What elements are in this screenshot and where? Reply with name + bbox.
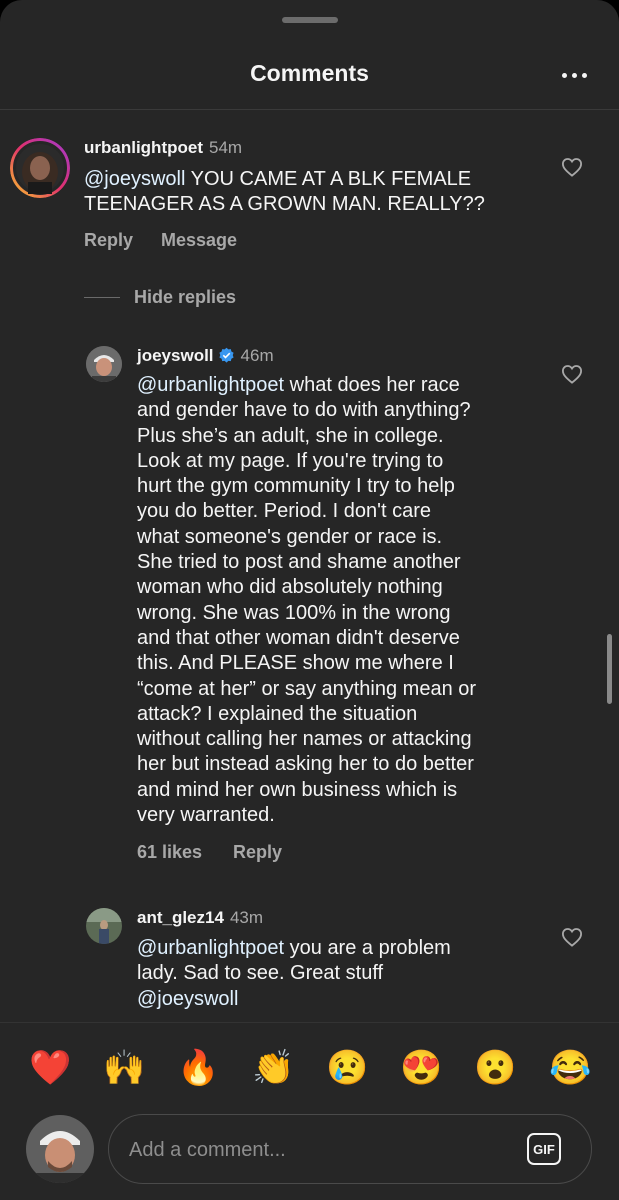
page-title: Comments <box>250 60 369 86</box>
comment-header: joeyswoll 46m <box>137 346 274 366</box>
emoji-fire[interactable]: 🔥 <box>177 1048 219 1088</box>
gif-button[interactable]: GIF <box>527 1133 561 1165</box>
comment-composer: GIF <box>108 1114 592 1184</box>
username[interactable]: urbanlightpoet <box>84 138 203 157</box>
scrollbar[interactable] <box>607 634 612 704</box>
emoji-heart-eyes[interactable]: 😍 <box>400 1048 442 1088</box>
emoji-bar-divider <box>0 1022 619 1023</box>
timestamp: 54m <box>208 138 243 157</box>
comment-body: what does her race and gender have to do… <box>137 374 477 827</box>
more-options-icon[interactable] <box>557 62 591 88</box>
comment-text: @joeyswoll YOU CAME AT A BLK FEMALE TEEN… <box>84 167 564 218</box>
mention-link[interactable]: @joeyswoll <box>84 168 185 190</box>
avatar[interactable] <box>10 138 70 198</box>
emoji-clapping-hands[interactable]: 👏 <box>252 1048 294 1088</box>
verified-badge-icon <box>218 347 234 363</box>
comment-text: @urbanlightpoet what does her race and g… <box>137 373 557 828</box>
mention-link[interactable]: @urbanlightpoet <box>137 937 284 959</box>
message-button[interactable]: Message <box>161 230 237 251</box>
comment-text: @urbanlightpoet you are a problem lady. … <box>137 936 557 1012</box>
comments-sheet: Comments urbanlightpoet 54m @joeyswoll Y… <box>0 0 619 1200</box>
reply-button[interactable]: Reply <box>233 842 282 863</box>
reply-button[interactable]: Reply <box>84 230 133 251</box>
header-divider <box>0 109 619 110</box>
comment-header: urbanlightpoet 54m <box>84 138 242 158</box>
username[interactable]: joeyswoll <box>137 346 214 365</box>
sheet-grabber[interactable] <box>282 17 338 23</box>
emoji-crying-face[interactable]: 😢 <box>326 1048 368 1088</box>
avatar[interactable] <box>86 908 122 944</box>
emoji-raising-hands[interactable]: 🙌 <box>103 1048 145 1088</box>
like-heart-icon[interactable] <box>561 364 583 384</box>
emoji-red-heart[interactable]: ❤️ <box>29 1048 71 1088</box>
mention-link[interactable]: @joeyswoll <box>137 988 238 1010</box>
hide-replies-button[interactable]: Hide replies <box>134 287 236 308</box>
timestamp: 43m <box>229 908 264 927</box>
hide-replies-line <box>84 297 120 298</box>
likes-count[interactable]: 61 likes <box>137 842 202 863</box>
emoji-laughing-tears[interactable]: 😂 <box>549 1048 591 1088</box>
emoji-surprised-face[interactable]: 😮 <box>474 1048 516 1088</box>
like-heart-icon[interactable] <box>561 157 583 177</box>
comment-header: ant_glez14 43m <box>137 908 263 928</box>
comment-input[interactable] <box>127 1133 511 1167</box>
current-user-avatar[interactable] <box>26 1115 94 1183</box>
avatar[interactable] <box>86 346 122 382</box>
mention-link[interactable]: @urbanlightpoet <box>137 374 284 396</box>
like-heart-icon[interactable] <box>561 927 583 947</box>
username[interactable]: ant_glez14 <box>137 908 224 927</box>
timestamp: 46m <box>240 346 274 365</box>
